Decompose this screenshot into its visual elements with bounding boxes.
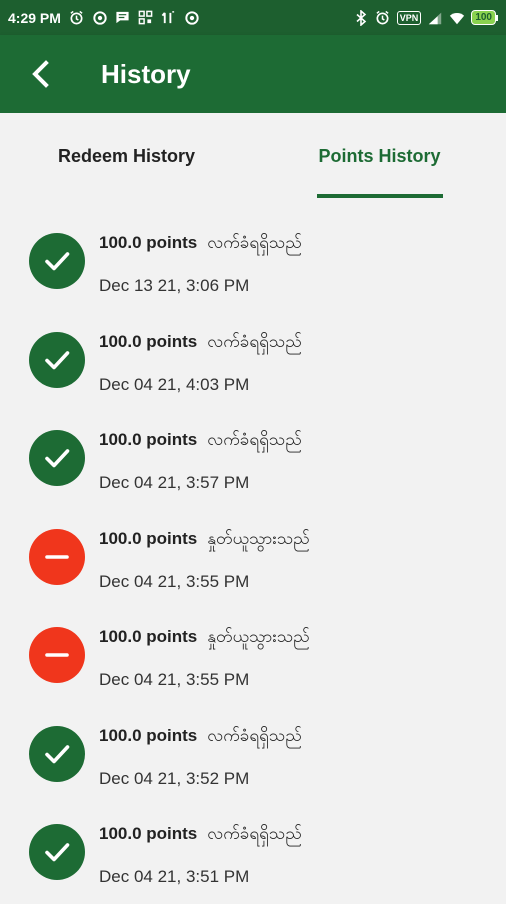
received-badge	[29, 725, 85, 782]
status-time: 4:29 PM	[8, 9, 61, 26]
cell-signal-icon	[427, 10, 443, 26]
item-summary: 100.0 points နှုတ်ယူသွားသည်	[99, 528, 310, 553]
item-summary: 100.0 points လက်ခံရရှိသည်	[99, 823, 302, 848]
image-icon	[138, 10, 154, 26]
bluetooth-icon	[353, 9, 369, 26]
item-status: လက်ခံရရှိသည်	[207, 331, 302, 352]
circle-icon	[92, 10, 108, 26]
item-status: နှုတ်ယူသွားသည်	[207, 528, 310, 549]
message-icon	[115, 10, 131, 26]
check-icon	[45, 252, 70, 271]
item-status: နှုတ်ယူသွားသည်	[207, 627, 310, 647]
alarm-icon	[69, 10, 85, 26]
alarm-icon	[375, 10, 391, 26]
item-points: 100.0 points	[99, 331, 198, 351]
list-item[interactable]: 100.0 points လက်ခံရရှိသည် Dec 04 21, 3:57…	[0, 411, 506, 510]
app-bar: History	[0, 35, 506, 113]
check-icon	[45, 744, 70, 763]
item-summary: 100.0 points လက်ခံရရှိသည်	[99, 725, 302, 750]
battery-icon: 100	[471, 10, 498, 25]
item-summary: 100.0 points လက်ခံရရှိသည်	[99, 232, 302, 257]
item-points: 100.0 points	[99, 233, 198, 252]
item-date: Dec 04 21, 3:51 PM	[99, 867, 250, 886]
battery-level: 100	[471, 10, 496, 25]
item-points: 100.0 points	[99, 725, 198, 745]
signal-icon	[161, 10, 177, 26]
list-item[interactable]: 100.0 points လက်ခံရရှိသည် Dec 13 21, 3:06…	[0, 214, 506, 313]
page-title: History	[101, 59, 191, 89]
tab-redeem-history[interactable]: Redeem History	[0, 113, 253, 199]
item-status: လက်ခံရရှိသည်	[207, 233, 302, 253]
item-status: လက်ခံရရှိသည်	[207, 824, 302, 844]
list-item[interactable]: 100.0 points လက်ခံရရှိသည် Dec 04 21, 3:52…	[0, 707, 506, 806]
item-summary: 100.0 points လက်ခံရရှိသည်	[99, 331, 302, 356]
deducted-badge	[29, 627, 85, 683]
item-status: လက်ခံရရှိသည်	[207, 725, 302, 746]
received-badge	[29, 824, 85, 880]
list-item[interactable]: 100.0 points လက်ခံရရှိသည် Dec 04 21, 3:51…	[0, 805, 506, 904]
tab-indicator	[317, 194, 443, 198]
arrow-back-icon	[32, 60, 49, 88]
item-date: Dec 04 21, 4:03 PM	[99, 374, 250, 394]
status-bar: 4:29 PM VPN 100	[0, 0, 506, 35]
list-item[interactable]: 100.0 points လက်ခံရရှိသည် Dec 04 21, 4:03…	[0, 313, 506, 412]
item-date: Dec 13 21, 3:06 PM	[99, 276, 250, 295]
circle-icon	[184, 10, 200, 26]
wifi-icon	[449, 10, 465, 26]
item-date: Dec 04 21, 3:55 PM	[99, 670, 250, 689]
check-icon	[45, 350, 70, 369]
points-history-list: 100.0 points လက်ခံရရှိသည် Dec 13 21, 3:06…	[0, 214, 506, 904]
item-points: 100.0 points	[99, 528, 198, 548]
deducted-badge	[29, 528, 85, 585]
item-date: Dec 04 21, 3:57 PM	[99, 473, 250, 492]
received-badge	[29, 430, 85, 486]
item-points: 100.0 points	[99, 627, 198, 646]
item-points: 100.0 points	[99, 430, 198, 449]
list-item[interactable]: 100.0 points နှုတ်ယူသွားသည် Dec 04 21, 3:…	[0, 510, 506, 609]
status-right-icons: VPN 100	[353, 0, 498, 35]
check-icon	[45, 843, 70, 862]
item-summary: 100.0 points လက်ခံရရှိသည်	[99, 429, 302, 454]
received-badge	[29, 233, 85, 289]
tab-bar: Redeem History Points History	[0, 113, 506, 199]
list-item[interactable]: 100.0 points နှုတ်ယူသွားသည် Dec 04 21, 3:…	[0, 608, 506, 707]
minus-icon	[45, 653, 69, 657]
status-left-icons	[69, 10, 200, 26]
check-icon	[45, 449, 70, 468]
tab-points-history[interactable]: Points History	[253, 113, 506, 199]
item-points: 100.0 points	[99, 824, 198, 843]
received-badge	[29, 331, 85, 388]
item-summary: 100.0 points နှုတ်ယူသွားသည်	[99, 626, 310, 651]
minus-icon	[45, 554, 69, 559]
item-status: လက်ခံရရှိသည်	[207, 430, 302, 450]
item-date: Dec 04 21, 3:55 PM	[99, 571, 250, 591]
item-date: Dec 04 21, 3:52 PM	[99, 768, 250, 788]
vpn-icon: VPN	[396, 10, 422, 25]
back-button[interactable]	[24, 57, 58, 91]
